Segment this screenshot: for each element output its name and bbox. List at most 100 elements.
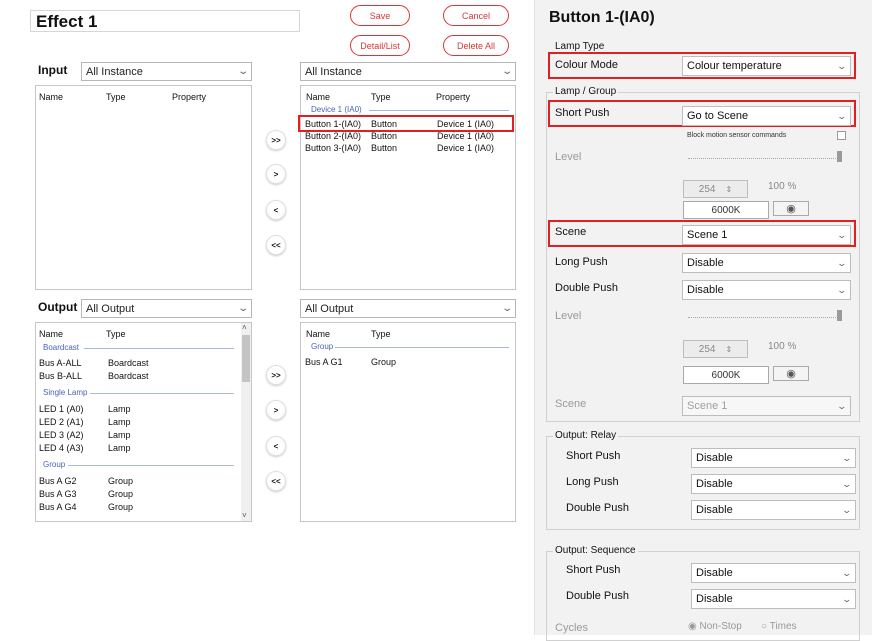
cycles-non-stop-radio[interactable]: ◉ Non-Stop xyxy=(688,621,742,632)
list-item-name[interactable]: LED 1 (A0) xyxy=(39,404,84,414)
output-target-select-value: All Output xyxy=(305,302,354,315)
level-slider-thumb[interactable] xyxy=(837,151,842,162)
chevron-down-icon: ⌄ xyxy=(841,478,853,489)
list-item-name[interactable]: Bus A G2 xyxy=(39,476,77,486)
level-label-secondary: Level xyxy=(555,310,582,322)
output-target-list[interactable]: Name Type Group Bus A G1 Group xyxy=(300,322,516,522)
short-push-select-value: Go to Scene xyxy=(687,110,749,122)
delete-all-button[interactable]: Delete All xyxy=(443,35,509,56)
list-item-type: Boardcast xyxy=(108,358,149,368)
scroll-up-icon[interactable]: ˄ xyxy=(242,323,247,332)
add-all-outputs-button[interactable]: >> xyxy=(266,365,286,385)
double-push-select[interactable]: Disable ⌄ xyxy=(682,280,851,300)
scene-select[interactable]: Scene 1 ⌄ xyxy=(682,225,851,245)
eye-icon: ◉ xyxy=(786,368,796,380)
list-item-name[interactable]: Bus B-ALL xyxy=(39,371,82,381)
output-label: Output xyxy=(38,300,78,314)
panel-title: Button 1-(IA0) xyxy=(549,9,655,26)
add-all-inputs-button[interactable]: >> xyxy=(266,130,286,150)
relay-short-push-label: Short Push xyxy=(566,450,621,462)
radio-selected-icon: ◉ xyxy=(688,621,697,632)
level-spinner-secondary[interactable]: 254 ⇕ xyxy=(683,340,748,358)
output-source-select[interactable]: All Output ⌄ xyxy=(81,299,252,318)
input-source-select[interactable]: All Instance ⌄ xyxy=(81,62,252,81)
column-header-name: Name xyxy=(306,329,331,339)
list-item-name[interactable]: LED 2 (A1) xyxy=(39,417,84,427)
remove-output-button[interactable]: < xyxy=(266,436,286,456)
add-output-button[interactable]: > xyxy=(266,400,286,420)
group-label-broadcast: Boardcast xyxy=(43,343,80,352)
output-target-select[interactable]: All Output ⌄ xyxy=(300,299,516,318)
relay-double-push-label: Double Push xyxy=(566,502,629,514)
relay-long-push-select[interactable]: Disable ⌄ xyxy=(691,474,856,494)
table-row-name[interactable]: Button 2-(IA0) xyxy=(305,131,361,141)
scroll-down-icon[interactable]: ˅ xyxy=(242,511,247,520)
short-push-select[interactable]: Go to Scene ⌄ xyxy=(682,106,851,126)
lamp-type-legend: Lamp Type xyxy=(555,41,605,52)
list-item-type: Group xyxy=(108,489,134,499)
chevron-down-icon: ⌄ xyxy=(500,303,513,314)
column-header-type: Type xyxy=(371,92,391,102)
scrollbar-thumb[interactable] xyxy=(242,335,250,382)
column-header-name: Name xyxy=(39,92,64,102)
chevron-down-icon: ⌄ xyxy=(836,229,848,240)
relay-double-push-select[interactable]: Disable ⌄ xyxy=(691,500,856,520)
sequence-double-push-label: Double Push xyxy=(566,590,629,602)
relay-short-push-select[interactable]: Disable ⌄ xyxy=(691,448,856,468)
remove-all-inputs-button[interactable]: << xyxy=(266,235,286,255)
cycles-times-radio[interactable]: ○ Times xyxy=(761,621,797,632)
list-item-type: Lamp xyxy=(108,443,131,453)
block-motion-checkbox[interactable] xyxy=(837,131,846,140)
table-row-name[interactable]: Button 3-(IA0) xyxy=(305,143,361,153)
colour-temperature-field-secondary[interactable]: 6000K xyxy=(683,366,769,384)
colour-mode-select[interactable]: Colour temperature ⌄ xyxy=(682,56,851,76)
sequence-short-push-select[interactable]: Disable ⌄ xyxy=(691,563,856,583)
relay-short-push-value: Disable xyxy=(696,452,733,464)
remove-input-button[interactable]: < xyxy=(266,200,286,220)
chevron-down-icon: ⌄ xyxy=(500,66,513,77)
level-slider-track[interactable] xyxy=(688,158,838,159)
colour-temperature-field[interactable]: 6000K xyxy=(683,201,769,219)
spinner-arrows-icon[interactable]: ⇕ xyxy=(725,185,732,194)
colour-picker-toggle[interactable]: ◉ xyxy=(773,201,809,216)
cycles-times-label: Times xyxy=(769,621,797,632)
input-source-list[interactable]: Name Type Property xyxy=(35,85,252,290)
list-item-name[interactable]: Bus A-ALL xyxy=(39,358,82,368)
input-source-select-value: All Instance xyxy=(86,65,143,78)
chevron-down-icon: ⌄ xyxy=(836,60,848,71)
level-slider-track-secondary[interactable] xyxy=(688,317,838,318)
colour-picker-toggle-secondary[interactable]: ◉ xyxy=(773,366,809,381)
scene-select-secondary[interactable]: Scene 1 ⌄ xyxy=(682,396,851,416)
list-item-name[interactable]: LED 4 (A3) xyxy=(39,443,84,453)
chevron-down-icon: ⌄ xyxy=(236,66,249,77)
scene-select-value: Scene 1 xyxy=(687,229,728,241)
input-target-select-value: All Instance xyxy=(305,65,362,78)
list-item-name[interactable]: Bus A G3 xyxy=(39,489,77,499)
long-push-select-value: Disable xyxy=(687,257,724,269)
add-input-button[interactable]: > xyxy=(266,164,286,184)
scene-select-value-secondary: Scene 1 xyxy=(687,400,728,412)
sequence-double-push-select[interactable]: Disable ⌄ xyxy=(691,589,856,609)
detail-list-button[interactable]: Detail/List xyxy=(350,35,410,56)
cancel-button[interactable]: Cancel xyxy=(443,5,509,26)
level-slider-thumb-secondary[interactable] xyxy=(837,310,842,321)
list-item-name[interactable]: Bus A G1 xyxy=(305,357,343,367)
output-list-scrollbar[interactable]: ˄ ˅ xyxy=(241,323,251,521)
save-button[interactable]: Save xyxy=(350,5,410,26)
output-source-list[interactable]: Name Type Boardcast Bus A-ALL Boardcast … xyxy=(35,322,252,522)
list-item-type: Lamp xyxy=(108,430,131,440)
list-item-name[interactable]: Bus A G4 xyxy=(39,502,77,512)
cycles-non-stop-label: Non-Stop xyxy=(699,621,742,632)
long-push-select[interactable]: Disable ⌄ xyxy=(682,253,851,273)
chevron-down-icon: ⌄ xyxy=(836,257,848,268)
list-item-name[interactable]: LED 3 (A2) xyxy=(39,430,84,440)
input-target-select[interactable]: All Instance ⌄ xyxy=(300,62,516,81)
remove-all-outputs-button[interactable]: << xyxy=(266,471,286,491)
output-source-select-value: All Output xyxy=(86,302,135,315)
effect-title-input[interactable]: Effect 1 xyxy=(30,10,300,32)
chevron-down-icon: ⌄ xyxy=(841,593,853,604)
spinner-arrows-icon[interactable]: ⇕ xyxy=(725,345,732,354)
relay-long-push-label: Long Push xyxy=(566,476,619,488)
radio-empty-icon: ○ xyxy=(761,621,768,632)
level-spinner[interactable]: 254 ⇕ xyxy=(683,180,748,198)
